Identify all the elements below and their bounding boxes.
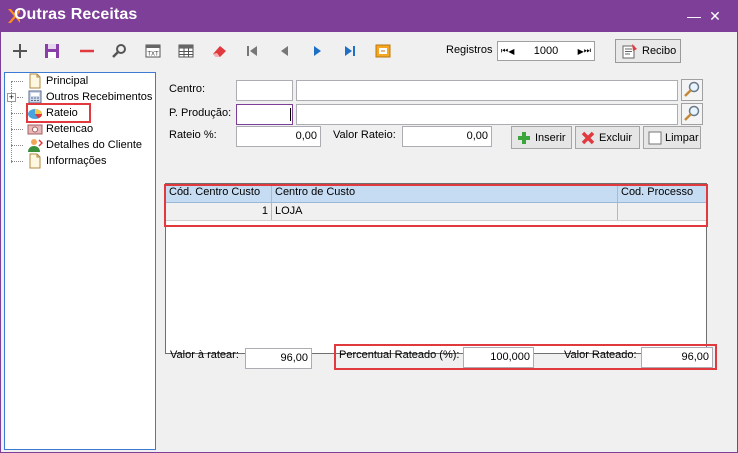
grid-button[interactable] (174, 39, 198, 63)
centro-description-field[interactable] (296, 80, 678, 101)
centro-label: Centro: (169, 83, 206, 95)
rateio-highlight (26, 103, 91, 123)
exit-icon (375, 44, 391, 58)
delete-x-icon (581, 131, 595, 144)
centro-lookup-button[interactable] (681, 79, 703, 101)
producao-label: P. Produção: (169, 107, 232, 119)
document-icon (29, 153, 41, 169)
limpar-button[interactable]: Limpar (643, 126, 701, 149)
close-button[interactable]: ✕ (705, 6, 725, 26)
tree-item-label: Principal (46, 75, 89, 87)
rateio-pct-field[interactable]: 0,00 (236, 126, 321, 147)
plus-icon (518, 131, 530, 144)
valor-rateado-label: Valor Rateado: (564, 349, 637, 361)
title-bar: Outras Receitas — ✕ (0, 0, 738, 32)
text-caret (290, 108, 291, 121)
first-record-button[interactable] (240, 39, 264, 63)
export-txt-icon: TXT (145, 44, 161, 58)
valor-rateio-field[interactable]: 0,00 (402, 126, 492, 147)
grid-highlight (164, 184, 708, 227)
svg-text:TXT: TXT (147, 52, 159, 58)
window-title: Outras Receitas (14, 6, 138, 23)
export-txt-button[interactable]: TXT (141, 39, 165, 63)
tree-item-label: Retencao (46, 123, 94, 135)
user-icon (28, 139, 43, 152)
exit-button[interactable] (371, 39, 395, 63)
producao-code-field[interactable] (236, 104, 293, 125)
delete-icon (80, 49, 94, 53)
rateio-form: Centro: P. Produção: Rateio %: 0,00 Valo… (159, 72, 737, 452)
valor-ratear-label: Valor à ratear: (170, 349, 239, 361)
tree-expander[interactable]: + (7, 93, 16, 102)
registros-navigator[interactable]: ⏮ ◀ 1000 ▶ ⏭ (497, 41, 595, 61)
percentual-field[interactable]: 100,000 (463, 347, 534, 368)
blank-page-icon (648, 131, 662, 144)
previous-record-button[interactable] (272, 39, 296, 63)
excluir-button[interactable]: Excluir (575, 126, 640, 149)
next-record-icon (314, 46, 321, 56)
minimize-button[interactable]: — (684, 6, 704, 26)
excluir-label: Excluir (599, 131, 633, 144)
registros-value[interactable]: 1000 (514, 45, 577, 57)
centro-code-field[interactable] (236, 80, 293, 101)
recibo-button[interactable]: Recibo (615, 39, 681, 63)
client-area: TXT Registros ⏮ ◀ 1000 ▶ ⏭ Recibo Princi… (1, 32, 737, 452)
inserir-label: Inserir (535, 131, 566, 144)
last-record-button[interactable] (338, 39, 362, 63)
search-icon (112, 44, 126, 58)
tree-item-informacoes[interactable]: Informações (27, 153, 107, 169)
navigation-tree: Principal + Outros Recebimentos Rateio R… (4, 72, 156, 450)
previous-record-icon (281, 46, 288, 56)
rateio-pct-label: Rateio %: (169, 129, 217, 141)
eraser-icon (213, 46, 226, 57)
tree-branch (11, 129, 23, 130)
tree-item-detalhes-cliente[interactable]: Detalhes do Cliente (27, 137, 142, 153)
search-icon (684, 105, 700, 121)
document-icon (29, 73, 41, 89)
grid-icon (178, 44, 194, 58)
tree-item-label: Informações (46, 155, 107, 167)
inserir-button[interactable]: Inserir (511, 126, 572, 149)
app-window: Outras Receitas — ✕ TXT Registros ⏮ ◀ 10… (0, 0, 738, 453)
limpar-label: Limpar (665, 131, 699, 144)
last-record-icon (345, 46, 355, 56)
save-icon (45, 44, 59, 58)
add-icon (13, 44, 27, 58)
first-record-icon (247, 46, 257, 56)
delete-button[interactable] (75, 39, 99, 63)
tree-item-label: Outros Recebimentos (46, 91, 153, 103)
producao-description-field[interactable] (296, 104, 678, 125)
producao-lookup-button[interactable] (681, 103, 703, 125)
save-button[interactable] (40, 39, 64, 63)
receipt-icon (622, 44, 637, 59)
search-icon (684, 81, 700, 97)
money-icon (27, 124, 43, 135)
tree-item-retencao[interactable]: Retencao (27, 121, 93, 137)
tree-branch (11, 161, 23, 162)
registros-first-icon[interactable]: ⏮ (501, 46, 508, 56)
search-button[interactable] (107, 39, 131, 63)
valor-rateio-label: Valor Rateio: (333, 129, 396, 141)
recibo-label: Recibo (642, 45, 677, 57)
valor-rateado-field[interactable]: 96,00 (641, 347, 713, 368)
tree-item-principal[interactable]: Principal (27, 73, 88, 89)
next-record-button[interactable] (306, 39, 330, 63)
tree-branch (11, 145, 23, 146)
registros-last-icon[interactable]: ⏭ (584, 46, 591, 56)
add-button[interactable] (8, 39, 32, 63)
eraser-button[interactable] (208, 39, 232, 63)
registros-label: Registros (446, 44, 493, 56)
valor-ratear-field[interactable]: 96,00 (245, 348, 312, 369)
tree-branch (17, 97, 23, 98)
percentual-label: Percentual Rateado (%): (339, 349, 460, 361)
tree-branch (11, 113, 23, 114)
tree-item-label: Detalhes do Cliente (46, 139, 143, 151)
tree-branch (11, 81, 23, 82)
toolbar: TXT Registros ⏮ ◀ 1000 ▶ ⏭ Recibo (1, 32, 737, 70)
